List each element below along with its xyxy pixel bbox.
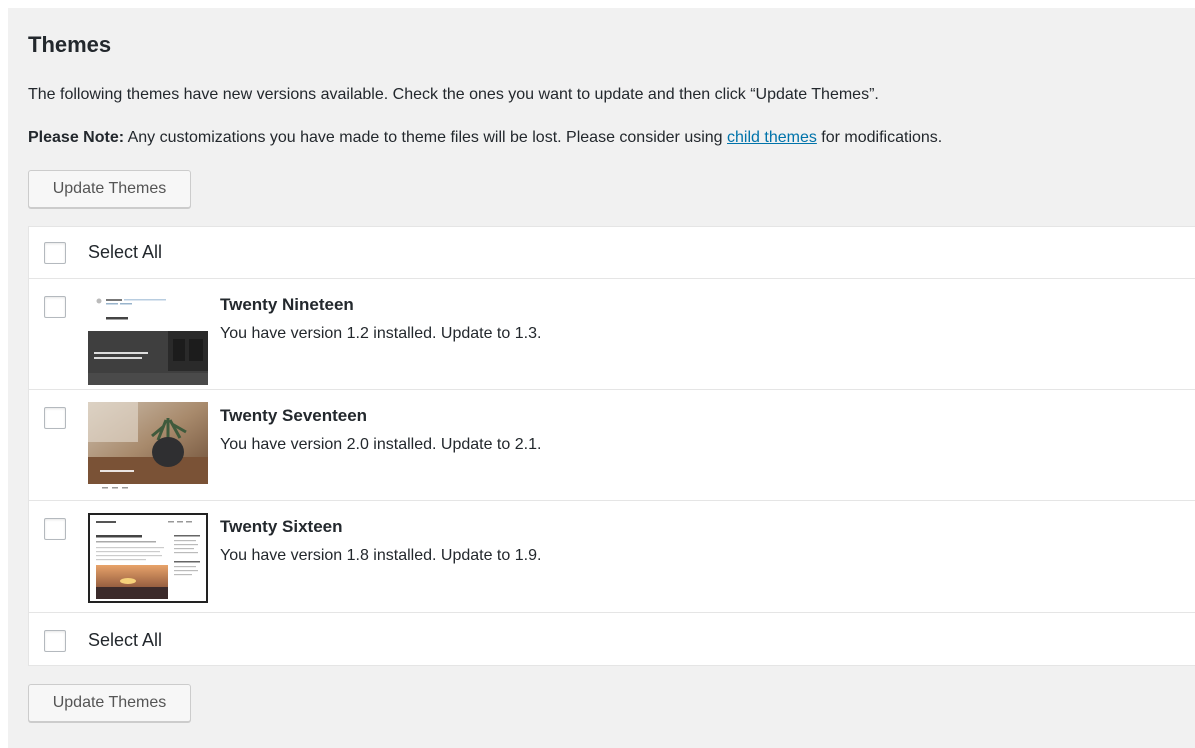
select-all-checkbox-top[interactable] [44, 242, 66, 264]
select-all-checkbox-bottom[interactable] [44, 630, 66, 652]
intro-text: The following themes have new versions a… [28, 86, 879, 103]
note-text: Please Note: Any customizations you have… [28, 129, 942, 147]
table-row: Twenty Nineteen You have version 1.2 ins… [29, 279, 1195, 390]
note-label: Please Note: [28, 129, 125, 146]
update-themes-button-bottom[interactable]: Update Themes [28, 684, 191, 722]
themes-update-panel: Themes The following themes have new ver… [8, 8, 1195, 748]
theme-version-info: You have version 1.8 installed. Update t… [220, 547, 542, 564]
update-themes-button-top[interactable]: Update Themes [28, 170, 191, 208]
themes-table: Select All Twenty Nineteen You have vers… [28, 226, 1195, 666]
theme-checkbox-twenty-seventeen[interactable] [44, 407, 66, 429]
theme-name: Twenty Sixteen [220, 517, 343, 536]
page-title: Themes [28, 32, 112, 57]
theme-screenshot-twenty-sixteen [88, 513, 208, 603]
select-all-row-top: Select All [29, 227, 1195, 279]
theme-screenshot-twenty-seventeen [88, 402, 208, 492]
table-row: Twenty Seventeen You have version 2.0 in… [29, 390, 1195, 501]
theme-version-info: You have version 2.0 installed. Update t… [220, 436, 542, 453]
theme-screenshot-twenty-nineteen [88, 295, 208, 385]
theme-checkbox-twenty-sixteen[interactable] [44, 518, 66, 540]
select-all-label-bottom[interactable]: Select All [88, 630, 162, 651]
note-text-after: for modifications. [816, 129, 943, 146]
select-all-row-bottom: Select All [29, 613, 1195, 665]
child-themes-link[interactable]: child themes [727, 129, 817, 146]
theme-name: Twenty Seventeen [220, 406, 368, 425]
theme-version-info: You have version 1.2 installed. Update t… [220, 325, 542, 342]
table-row: Twenty Sixteen You have version 1.8 inst… [29, 501, 1195, 613]
select-all-label-top[interactable]: Select All [88, 242, 162, 263]
note-text-before: Any customizations you have made to them… [124, 129, 728, 146]
theme-checkbox-twenty-nineteen[interactable] [44, 296, 66, 318]
theme-name: Twenty Nineteen [220, 295, 354, 314]
